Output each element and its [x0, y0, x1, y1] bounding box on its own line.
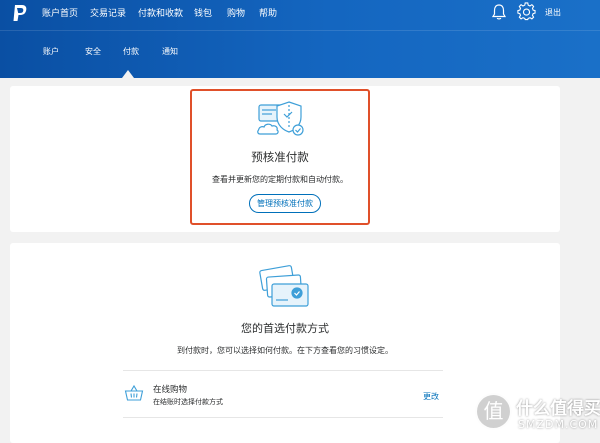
preapproved-title: 预核准付款 [251, 150, 309, 164]
tab-notifications[interactable]: 通知 [162, 46, 178, 57]
logout-link[interactable]: 退出 [545, 7, 561, 18]
preapproved-description: 查看并更新您的定期付款和自动付款。 [212, 175, 348, 184]
bell-icon[interactable] [491, 3, 507, 21]
watermark-text: 什么值得买 [516, 399, 600, 419]
watermark-logo: 值 [475, 393, 512, 430]
nav-shop[interactable]: 购物 [227, 6, 245, 19]
watermark-domain: SMZDM.COM [518, 418, 599, 431]
header-divider [0, 30, 600, 31]
cards-icon [259, 265, 309, 307]
nav-send-receive[interactable]: 付款和收款 [138, 6, 183, 19]
online-shopping-subtitle: 在结账时选择付款方式 [153, 398, 223, 406]
shopping-basket-icon [124, 384, 144, 401]
nav-summary[interactable]: 账户首页 [42, 6, 78, 19]
manage-preapproved-button[interactable]: 管理预核准付款 [249, 194, 321, 213]
online-shopping-title: 在线购物 [153, 385, 188, 395]
row-divider-top [123, 370, 443, 371]
row-divider-bottom [123, 417, 443, 418]
cloud-shield-icon [257, 101, 304, 136]
preferred-description: 到付款时，您可以选择如何付款。在下方查看您的习惯设定。 [177, 346, 393, 355]
nav-help[interactable]: 帮助 [259, 6, 277, 19]
change-link[interactable]: 更改 [423, 391, 439, 402]
nav-activity[interactable]: 交易记录 [90, 6, 126, 19]
tab-security[interactable]: 安全 [85, 46, 101, 57]
nav-wallet[interactable]: 钱包 [194, 6, 212, 19]
preferred-title: 您的首选付款方式 [241, 322, 329, 335]
top-header: 账户首页 交易记录 付款和收款 钱包 购物 帮助 退出 账户 安全 付款 通知 [0, 0, 600, 78]
active-tab-indicator [122, 70, 134, 78]
gear-icon[interactable] [517, 2, 536, 21]
paypal-logo-icon[interactable] [11, 4, 29, 22]
tab-account[interactable]: 账户 [43, 46, 59, 57]
tab-payments[interactable]: 付款 [123, 46, 139, 57]
